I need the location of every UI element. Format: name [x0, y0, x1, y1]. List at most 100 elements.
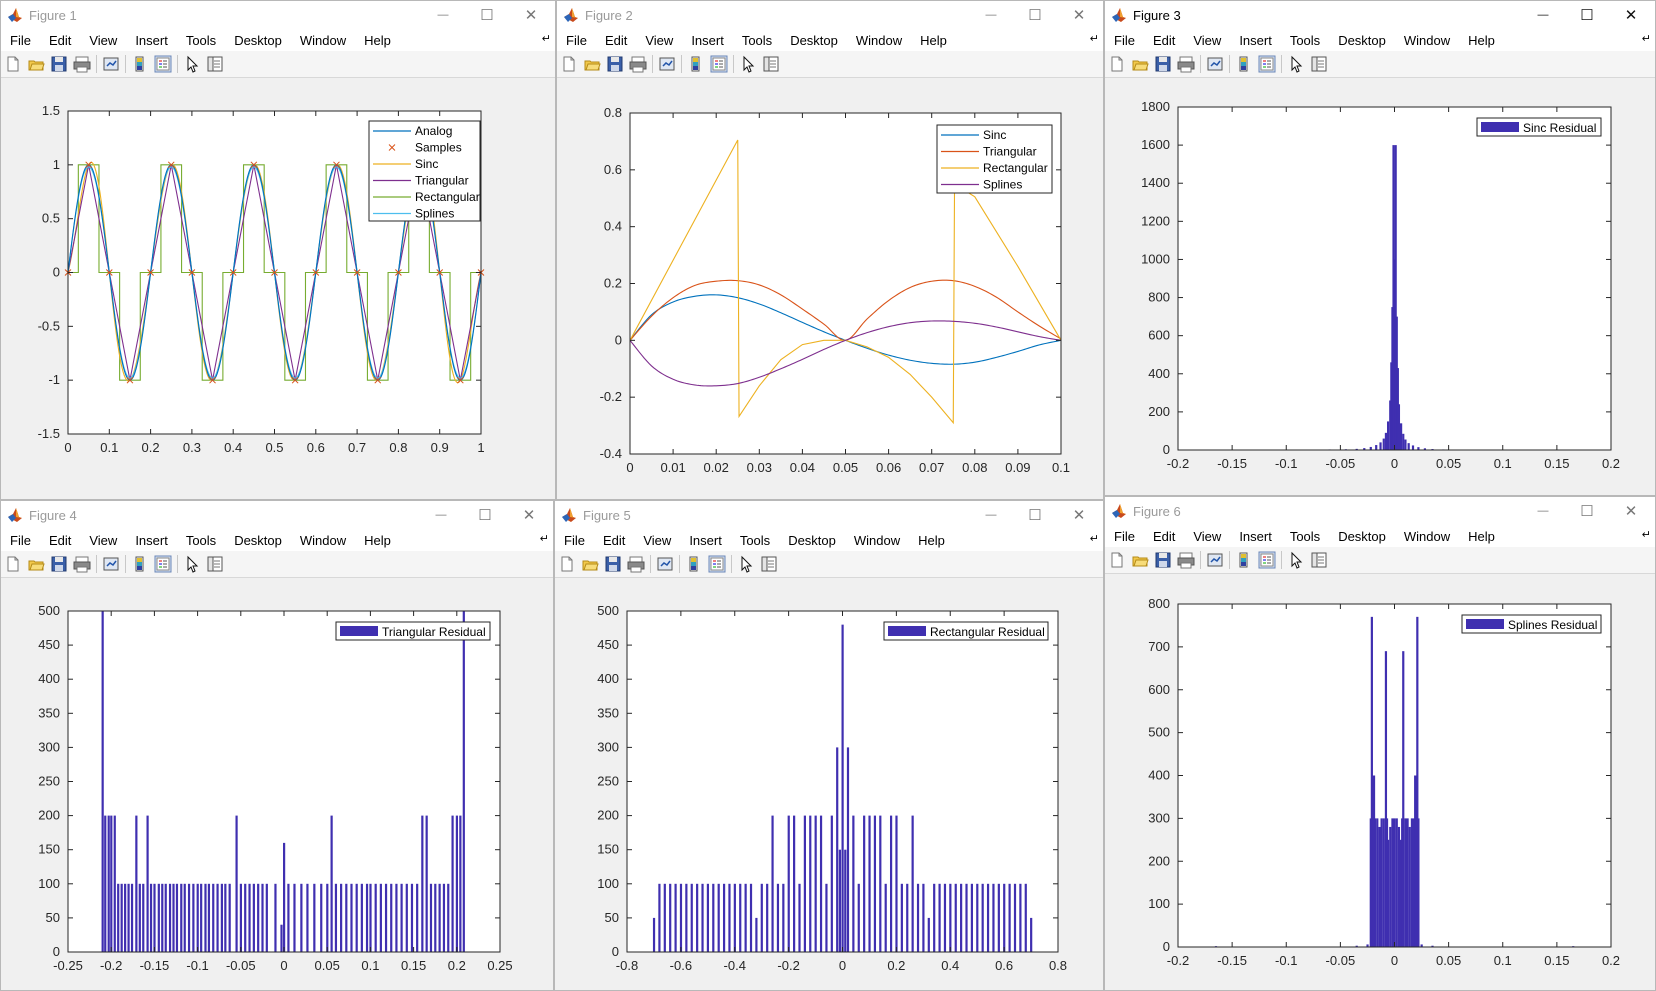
legend[interactable]: Analog Samples Sinc Triangular Rectangular Sp… — [368, 120, 481, 222]
open-file-button[interactable] — [26, 554, 46, 574]
insert-colorbar-button[interactable] — [686, 54, 706, 74]
insert-colorbar-button[interactable] — [684, 554, 704, 574]
figure-5-window[interactable]: Figure 5— ☐ ✕ File Edit View Insert Tools Deskto… — [554, 500, 1104, 991]
menu-insert[interactable]: Insert — [680, 533, 731, 548]
close-button[interactable]: ✕ — [1057, 1, 1101, 29]
legend[interactable]: Splines Residual — [1461, 614, 1602, 634]
minimize-button[interactable]: — — [1521, 497, 1565, 525]
minimize-button[interactable]: — — [421, 1, 465, 29]
link-plot-button[interactable] — [657, 54, 677, 74]
menu-view[interactable]: View — [80, 533, 126, 548]
open-file-button[interactable] — [26, 54, 46, 74]
link-plot-button[interactable] — [1205, 550, 1225, 570]
menu-edit[interactable]: Edit — [596, 33, 636, 48]
menu-desktop[interactable]: Desktop — [781, 33, 847, 48]
menu-tools[interactable]: Tools — [731, 533, 779, 548]
menu-insert[interactable]: Insert — [126, 33, 177, 48]
figure-2-window[interactable]: Figure 2— ☐ ✕ File Edit View Insert Tools Deskto… — [556, 0, 1104, 500]
new-figure-button[interactable] — [3, 554, 23, 574]
legend[interactable]: Sinc Residual — [1476, 117, 1602, 137]
insert-colorbar-button[interactable] — [1234, 550, 1254, 570]
dock-arrow-icon[interactable]: ↵ — [542, 32, 551, 45]
new-figure-button[interactable] — [3, 54, 23, 74]
menu-desktop[interactable]: Desktop — [779, 533, 845, 548]
minimize-button[interactable]: — — [1521, 1, 1565, 29]
menu-view[interactable]: View — [634, 533, 680, 548]
open-file-button[interactable] — [1130, 54, 1150, 74]
menu-file[interactable]: File — [557, 33, 596, 48]
menu-view[interactable]: View — [80, 33, 126, 48]
maximize-button[interactable]: ☐ — [1565, 497, 1609, 525]
menu-edit[interactable]: Edit — [40, 533, 80, 548]
new-figure-button[interactable] — [1107, 550, 1127, 570]
insert-legend-button[interactable] — [707, 554, 727, 574]
menu-window[interactable]: Window — [291, 533, 355, 548]
menu-insert[interactable]: Insert — [126, 533, 177, 548]
menu-edit[interactable]: Edit — [40, 33, 80, 48]
dock-arrow-icon[interactable]: ↵ — [1642, 528, 1651, 541]
save-button[interactable] — [1153, 550, 1173, 570]
menu-tools[interactable]: Tools — [177, 533, 225, 548]
dock-arrow-icon[interactable]: ↵ — [1090, 32, 1099, 45]
property-inspector-button[interactable] — [205, 554, 225, 574]
menu-file[interactable]: File — [1105, 529, 1144, 544]
menu-window[interactable]: Window — [1395, 33, 1459, 48]
axes-svg[interactable]: 0 0.1 0.2 0.3 0.4 0.5 0.6 0.7 0.8 0.9 1 -1.5 -1 -0.5 0… — [1, 78, 555, 499]
insert-legend-button[interactable] — [709, 54, 729, 74]
legend[interactable]: Rectangular Residual — [883, 621, 1049, 641]
menu-window[interactable]: Window — [291, 33, 355, 48]
open-file-button[interactable] — [580, 554, 600, 574]
print-button[interactable] — [72, 54, 92, 74]
edit-plot-arrow-button[interactable] — [1286, 54, 1306, 74]
save-button[interactable] — [49, 54, 69, 74]
axes-svg[interactable]: -0.25 -0.2 -0.15 -0.1 -0.05 0 0.05 0.1 0.15 0.2 0.… — [1, 578, 553, 990]
link-plot-button[interactable] — [101, 554, 121, 574]
maximize-button[interactable]: ☐ — [463, 501, 507, 529]
link-plot-button[interactable] — [1205, 54, 1225, 74]
link-plot-button[interactable] — [655, 554, 675, 574]
menu-desktop[interactable]: Desktop — [225, 533, 291, 548]
menu-window[interactable]: Window — [1395, 529, 1459, 544]
edit-plot-arrow-button[interactable] — [736, 554, 756, 574]
property-inspector-button[interactable] — [205, 54, 225, 74]
dock-arrow-icon[interactable]: ↵ — [1090, 532, 1099, 545]
close-button[interactable]: ✕ — [1057, 501, 1101, 529]
insert-legend-button[interactable] — [1257, 54, 1277, 74]
save-button[interactable] — [49, 554, 69, 574]
title-bar[interactable]: Figure 4 — ☐ ✕ — [1, 501, 553, 529]
close-button[interactable]: ✕ — [509, 1, 553, 29]
menu-insert[interactable]: Insert — [1230, 33, 1281, 48]
insert-legend-button[interactable] — [153, 54, 173, 74]
minimize-button[interactable]: — — [969, 1, 1013, 29]
title-bar[interactable]: Figure 6 — ☐ ✕ — [1105, 497, 1655, 525]
print-button[interactable] — [72, 554, 92, 574]
figure-1-window[interactable]: Figure 1— ☐ ✕ File Edit View Insert Tools Deskto… — [0, 0, 556, 500]
edit-plot-arrow-button[interactable] — [1286, 550, 1306, 570]
axes-svg[interactable]: -0.2 -0.15 -0.1 -0.05 0 0.05 0.1 0.15 0.2 0 100 200… — [1105, 574, 1655, 990]
menu-window[interactable]: Window — [847, 33, 911, 48]
open-file-button[interactable] — [1130, 550, 1150, 570]
insert-colorbar-button[interactable] — [130, 54, 150, 74]
title-bar[interactable]: Figure 2 — ☐ ✕ — [557, 1, 1103, 29]
save-button[interactable] — [603, 554, 623, 574]
maximize-button[interactable]: ☐ — [1013, 501, 1057, 529]
link-plot-button[interactable] — [101, 54, 121, 74]
menu-help[interactable]: Help — [909, 533, 954, 548]
print-button[interactable] — [628, 54, 648, 74]
menu-help[interactable]: Help — [355, 533, 400, 548]
print-button[interactable] — [626, 554, 646, 574]
property-inspector-button[interactable] — [1309, 54, 1329, 74]
axes-svg[interactable]: -0.2 -0.15 -0.1 -0.05 0 0.05 0.1 0.15 0.2 0 200 400… — [1105, 78, 1655, 495]
minimize-button[interactable]: — — [969, 501, 1013, 529]
menu-edit[interactable]: Edit — [594, 533, 634, 548]
menu-file[interactable]: File — [1, 33, 40, 48]
menu-help[interactable]: Help — [911, 33, 956, 48]
title-bar[interactable]: Figure 5 — ☐ ✕ — [555, 501, 1103, 529]
insert-legend-button[interactable] — [1257, 550, 1277, 570]
menu-file[interactable]: File — [555, 533, 594, 548]
save-button[interactable] — [605, 54, 625, 74]
menu-desktop[interactable]: Desktop — [225, 33, 291, 48]
insert-legend-button[interactable] — [153, 554, 173, 574]
edit-plot-arrow-button[interactable] — [182, 554, 202, 574]
menu-insert[interactable]: Insert — [1230, 529, 1281, 544]
